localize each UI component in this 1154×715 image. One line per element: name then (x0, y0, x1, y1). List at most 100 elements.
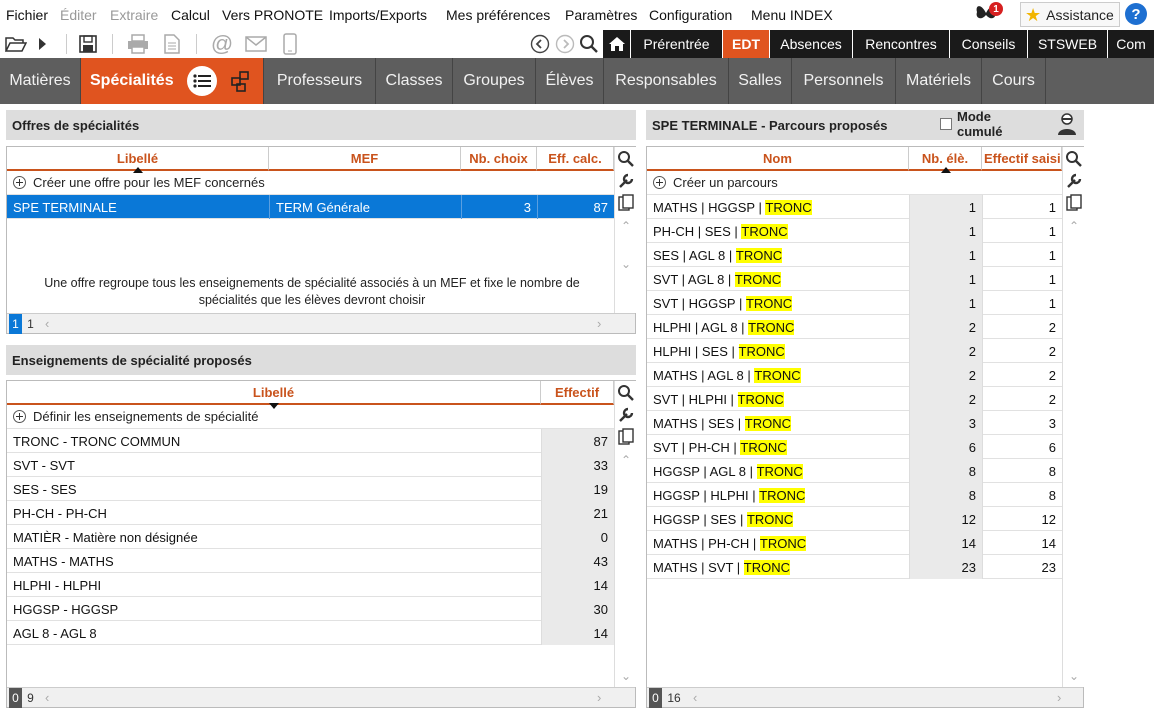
subtab-groupes[interactable]: Groupes (453, 58, 536, 104)
parcours-copy-button[interactable] (1065, 194, 1083, 212)
offres-search-button[interactable] (617, 150, 635, 168)
subtab-specialites[interactable]: Spécialités (81, 58, 264, 104)
create-parcours-row[interactable]: Créer un parcours (647, 171, 1062, 195)
menu-vers-pronote[interactable]: Vers PRONOTE (222, 7, 323, 23)
menu-configuration[interactable]: Configuration (649, 7, 732, 23)
table-row[interactable]: HGGSP | AGL 8 | TRONC 8 8 (647, 459, 1062, 483)
user-profile-button[interactable] (1056, 112, 1078, 136)
table-row[interactable]: SES - SES 19 (7, 477, 614, 501)
table-row[interactable]: SVT | AGL 8 | TRONC 1 1 (647, 267, 1062, 291)
subtab-personnels[interactable]: Personnels (792, 58, 896, 104)
scroll-left-icon[interactable]: ‹ (45, 316, 49, 331)
assistance-button[interactable]: ★ Assistance (1020, 2, 1120, 27)
menu-parametres[interactable]: Paramètres (565, 7, 637, 23)
subtab-salles[interactable]: Salles (729, 58, 792, 104)
back-nav-button[interactable] (528, 32, 552, 56)
parcours-settings-button[interactable] (1065, 172, 1083, 190)
col-eff-calc[interactable]: Eff. calc. (537, 147, 614, 171)
table-row[interactable]: MATHS | PH-CH | TRONC 14 14 (647, 531, 1062, 555)
table-row[interactable]: HLPHI - HLPHI 14 (7, 573, 614, 597)
table-row[interactable]: MATHS | AGL 8 | TRONC 2 2 (647, 363, 1062, 387)
scroll-left-icon[interactable]: ‹ (45, 690, 49, 705)
table-row[interactable]: SVT | PH-CH | TRONC 6 6 (647, 435, 1062, 459)
print-button[interactable] (126, 32, 150, 56)
tab-edt[interactable]: EDT (722, 30, 769, 58)
subtab-eleves[interactable]: Élèves (536, 58, 604, 104)
menu-extraire[interactable]: Extraire (110, 7, 158, 23)
open-folder-button[interactable] (4, 32, 28, 56)
email-at-button[interactable]: @ (210, 32, 234, 56)
scroll-right-icon[interactable]: › (1057, 690, 1061, 705)
parcours-search-button[interactable] (1065, 150, 1083, 168)
help-button[interactable]: ? (1125, 3, 1147, 25)
menu-index[interactable]: Menu INDEX (751, 7, 833, 23)
table-row[interactable]: SES | AGL 8 | TRONC 1 1 (647, 243, 1062, 267)
mail-button[interactable] (244, 32, 268, 56)
menu-imports-exports[interactable]: Imports/Exports (329, 7, 427, 23)
scroll-down-icon[interactable]: ⌄ (1065, 667, 1083, 685)
col-nb-choix[interactable]: Nb. choix (461, 147, 537, 171)
tab-stsweb[interactable]: STSWEB (1027, 30, 1107, 58)
scroll-up-icon[interactable]: ⌃ (617, 451, 635, 469)
scroll-left-icon[interactable]: ‹ (693, 690, 697, 705)
col-nom[interactable]: Nom (647, 147, 909, 171)
menu-editer[interactable]: Éditer (60, 7, 97, 23)
butterfly-notification[interactable]: 1 (975, 2, 1003, 25)
table-row[interactable]: MATIÈR - Matière non désignée 0 (7, 525, 614, 549)
search-button[interactable] (577, 32, 601, 56)
scroll-down-icon[interactable]: ⌄ (617, 667, 635, 685)
table-row[interactable]: MATHS | HGGSP | TRONC 1 1 (647, 195, 1062, 219)
offres-copy-button[interactable] (617, 194, 635, 212)
subtab-responsables[interactable]: Responsables (604, 58, 729, 104)
menu-fichier[interactable]: Fichier (6, 7, 48, 23)
home-tab[interactable] (603, 30, 630, 58)
scroll-up-icon[interactable]: ⌃ (617, 217, 635, 235)
scroll-right-icon[interactable]: › (597, 690, 601, 705)
enseignements-settings-button[interactable] (617, 406, 635, 424)
subtab-materiels[interactable]: Matériels (896, 58, 982, 104)
table-row[interactable]: SVT | HGGSP | TRONC 1 1 (647, 291, 1062, 315)
table-row[interactable]: PH-CH | SES | TRONC 1 1 (647, 219, 1062, 243)
table-row[interactable]: SVT | HLPHI | TRONC 2 2 (647, 387, 1062, 411)
tab-prerentree[interactable]: Prérentrée (630, 30, 722, 58)
hierarchy-view-button[interactable] (227, 68, 253, 94)
scroll-right-icon[interactable]: › (597, 316, 601, 331)
create-offre-row[interactable]: Créer une offre pour les MEF concernés (7, 171, 614, 195)
table-row[interactable]: HGGSP - HGGSP 30 (7, 597, 614, 621)
forward-button[interactable] (34, 32, 50, 56)
table-row[interactable]: AGL 8 - AGL 8 14 (7, 621, 614, 645)
table-row[interactable]: MATHS | SES | TRONC 3 3 (647, 411, 1062, 435)
subtab-matieres[interactable]: Matières (0, 58, 81, 104)
table-row[interactable]: SPE TERMINALE TERM Générale 3 87 (7, 195, 614, 219)
col-ens-libelle[interactable]: Libellé (7, 381, 541, 405)
enseignements-copy-button[interactable] (617, 428, 635, 446)
table-row[interactable]: PH-CH - PH-CH 21 (7, 501, 614, 525)
tab-absences[interactable]: Absences (769, 30, 852, 58)
col-effectif-saisi[interactable]: Effectif saisi (982, 147, 1062, 171)
tab-rencontres[interactable]: Rencontres (852, 30, 949, 58)
forward-nav-button[interactable] (553, 32, 577, 56)
table-row[interactable]: HLPHI | AGL 8 | TRONC 2 2 (647, 315, 1062, 339)
subtab-professeurs[interactable]: Professeurs (264, 58, 376, 104)
mode-cumule-checkbox[interactable]: Mode cumulé (940, 109, 1040, 139)
col-mef[interactable]: MEF (269, 147, 461, 171)
table-row[interactable]: HGGSP | HLPHI | TRONC 8 8 (647, 483, 1062, 507)
save-button[interactable] (76, 32, 100, 56)
tab-conseils[interactable]: Conseils (949, 30, 1027, 58)
offres-settings-button[interactable] (617, 172, 635, 190)
menu-calcul[interactable]: Calcul (171, 7, 210, 23)
col-ens-effectif[interactable]: Effectif (541, 381, 614, 405)
define-enseignements-row[interactable]: Définir les enseignements de spécialité (7, 405, 614, 429)
table-row[interactable]: MATHS - MATHS 43 (7, 549, 614, 573)
enseignements-search-button[interactable] (617, 384, 635, 402)
table-row[interactable]: HLPHI | SES | TRONC 2 2 (647, 339, 1062, 363)
mobile-button[interactable] (278, 32, 302, 56)
scroll-up-icon[interactable]: ⌃ (1065, 217, 1083, 235)
menu-mes-preferences[interactable]: Mes préférences (446, 7, 550, 23)
table-row[interactable]: TRONC - TRONC COMMUN 87 (7, 429, 614, 453)
scroll-down-icon[interactable]: ⌄ (617, 255, 635, 273)
table-row[interactable]: HGGSP | SES | TRONC 12 12 (647, 507, 1062, 531)
document-button[interactable] (160, 32, 184, 56)
table-row[interactable]: MATHS | SVT | TRONC 23 23 (647, 555, 1062, 579)
list-view-button[interactable] (187, 66, 217, 96)
